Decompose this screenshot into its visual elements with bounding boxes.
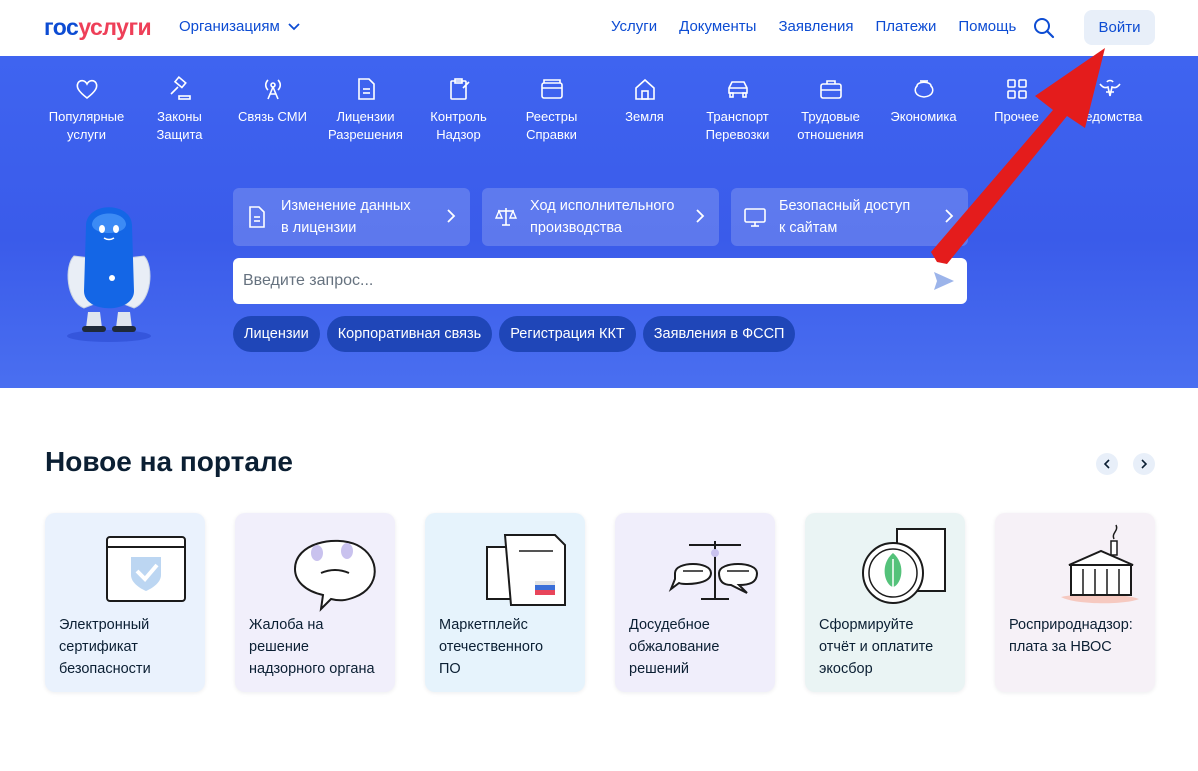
chip-licenses[interactable]: Лицензии bbox=[233, 316, 320, 352]
category-economy[interactable]: Экономика bbox=[877, 76, 970, 144]
nav-applications[interactable]: Заявления bbox=[778, 18, 853, 35]
heart-icon bbox=[76, 79, 97, 100]
document-icon bbox=[249, 206, 265, 228]
category-registries[interactable]: Реестры Справки bbox=[505, 76, 598, 144]
search-bar bbox=[233, 258, 967, 304]
briefcase-icon bbox=[819, 80, 842, 99]
quick-link-safe-access[interactable]: Безопасный доступ к сайтам bbox=[731, 188, 968, 246]
news-card-label: Сформируйте отчёт и оплатите экосбор bbox=[819, 617, 934, 677]
category-label: Контроль Надзор bbox=[430, 109, 487, 142]
quick-link-license-change[interactable]: Изменение данных в лицензии bbox=[233, 188, 470, 246]
category-agencies[interactable]: Ведомства bbox=[1063, 76, 1156, 144]
carousel-next-button[interactable] bbox=[1133, 453, 1155, 475]
send-arrow-icon[interactable] bbox=[933, 271, 955, 291]
category-label: Связь СМИ bbox=[238, 109, 307, 124]
quick-link-label: Безопасный доступ к сайтам bbox=[779, 198, 911, 236]
category-label: Прочее bbox=[994, 109, 1039, 124]
chevron-right-icon bbox=[447, 209, 456, 223]
category-label: Лицензии Разрешения bbox=[328, 109, 403, 142]
house-icon bbox=[634, 78, 655, 100]
news-card-label: Электронный сертификат безопасности bbox=[59, 617, 151, 677]
section-title: Новое на портале bbox=[45, 446, 293, 477]
category-label: Трудовые отношения bbox=[797, 109, 864, 142]
news-card-pretrial-appeal[interactable]: Досудебное обжалование решений bbox=[615, 513, 775, 692]
category-label: Законы Защита bbox=[156, 109, 203, 142]
folders-icon bbox=[486, 534, 566, 606]
chevron-right-icon bbox=[1141, 459, 1148, 469]
top-header: госуслуги Организациям Услуги Документы … bbox=[0, 0, 1198, 56]
category-label: Популярные услуги bbox=[48, 109, 125, 142]
chip-kkt-registration[interactable]: Регистрация ККТ bbox=[499, 316, 636, 352]
nav-documents[interactable]: Документы bbox=[679, 18, 756, 35]
news-card-label: Росприроднадзор: плата за НВОС bbox=[1009, 617, 1133, 655]
quick-links: Изменение данных в лицензии Ход исполнит… bbox=[233, 188, 968, 246]
document-icon bbox=[357, 78, 375, 100]
category-label: Ведомства bbox=[1076, 109, 1143, 124]
monitor-icon bbox=[744, 208, 766, 227]
nav-help[interactable]: Помощь bbox=[958, 18, 1016, 35]
factory-icon bbox=[1061, 524, 1139, 604]
news-card-rosprirodnadzor[interactable]: Росприроднадзор: плата за НВОС bbox=[995, 513, 1155, 692]
antenna-icon bbox=[264, 79, 281, 100]
suggestion-chips: Лицензии Корпоративная связь Регистрация… bbox=[233, 316, 796, 352]
search-input[interactable] bbox=[233, 272, 913, 290]
grid-icon bbox=[1006, 79, 1027, 99]
category-control[interactable]: Контроль Надзор bbox=[412, 76, 505, 144]
chevron-down-icon bbox=[288, 22, 300, 30]
gavel-icon bbox=[169, 76, 191, 100]
category-transport[interactable]: Транспорт Перевозки bbox=[691, 76, 784, 144]
nav-services[interactable]: Услуги bbox=[611, 18, 657, 35]
news-cards: Электронный сертификат безопасности Жало… bbox=[45, 513, 1155, 692]
category-other[interactable]: Прочее bbox=[970, 76, 1063, 144]
category-menu: Популярные услуги Законы Защита Связь СМ… bbox=[40, 76, 1170, 144]
nav-payments[interactable]: Платежи bbox=[876, 18, 937, 35]
organizations-dropdown[interactable]: Организациям bbox=[179, 18, 300, 35]
chevron-right-icon bbox=[696, 209, 705, 223]
quick-link-enforcement[interactable]: Ход исполнительного производства bbox=[482, 188, 719, 246]
category-label: Реестры Справки bbox=[525, 109, 578, 142]
scales-icon bbox=[494, 208, 518, 226]
eagle-icon bbox=[1098, 79, 1121, 97]
category-labor[interactable]: Трудовые отношения bbox=[784, 76, 877, 144]
car-icon bbox=[727, 81, 748, 98]
coins-icon bbox=[913, 80, 934, 98]
hero-banner: Популярные услуги Законы Защита Связь СМ… bbox=[0, 56, 1198, 388]
chevron-right-icon bbox=[945, 209, 954, 223]
clipboard-icon bbox=[449, 78, 470, 100]
quick-link-label: Изменение данных в лицензии bbox=[281, 198, 411, 236]
complaint-bubble-icon bbox=[293, 539, 376, 612]
main-nav: Услуги Документы Заявления Платежи Помощ… bbox=[611, 18, 1016, 35]
category-label: Транспорт Перевозки bbox=[705, 109, 770, 142]
organizations-label: Организациям bbox=[179, 18, 280, 35]
carousel-prev-button[interactable] bbox=[1096, 453, 1118, 475]
folder-icon bbox=[540, 79, 563, 99]
news-card-label: Досудебное обжалование решений bbox=[629, 617, 720, 677]
news-card-certificate[interactable]: Электронный сертификат безопасности bbox=[45, 513, 205, 692]
category-label: Экономика bbox=[890, 109, 957, 124]
certificate-icon bbox=[106, 536, 186, 602]
news-card-complaint[interactable]: Жалоба на решение надзорного органа bbox=[235, 513, 395, 692]
news-card-label: Жалоба на решение надзорного органа bbox=[249, 617, 375, 677]
category-popular[interactable]: Популярные услуги bbox=[40, 76, 133, 144]
eco-coin-icon bbox=[862, 528, 946, 604]
category-label: Земля bbox=[625, 109, 664, 124]
search-icon[interactable] bbox=[1032, 16, 1056, 40]
category-licenses[interactable]: Лицензии Разрешения bbox=[319, 76, 412, 144]
chip-corporate-communication[interactable]: Корпоративная связь bbox=[326, 316, 493, 352]
quick-link-label: Ход исполнительного производства bbox=[530, 198, 675, 236]
gosuslugi-logo[interactable]: госуслуги bbox=[44, 14, 152, 41]
news-card-marketplace[interactable]: Маркетплейс отечественного ПО bbox=[425, 513, 585, 692]
news-card-eco-fee[interactable]: Сформируйте отчёт и оплатите экосбор bbox=[805, 513, 965, 692]
login-button[interactable]: Войти bbox=[1084, 10, 1155, 45]
chip-fssp-applications[interactable]: Заявления в ФССП bbox=[642, 316, 796, 352]
chevron-left-icon bbox=[1103, 459, 1110, 469]
robot-mascot-image bbox=[67, 207, 151, 342]
scales-bubbles-icon bbox=[668, 541, 759, 600]
news-card-label: Маркетплейс отечественного ПО bbox=[439, 617, 544, 677]
category-media[interactable]: Связь СМИ bbox=[226, 76, 319, 144]
category-laws[interactable]: Законы Защита bbox=[133, 76, 226, 144]
category-land[interactable]: Земля bbox=[598, 76, 691, 144]
